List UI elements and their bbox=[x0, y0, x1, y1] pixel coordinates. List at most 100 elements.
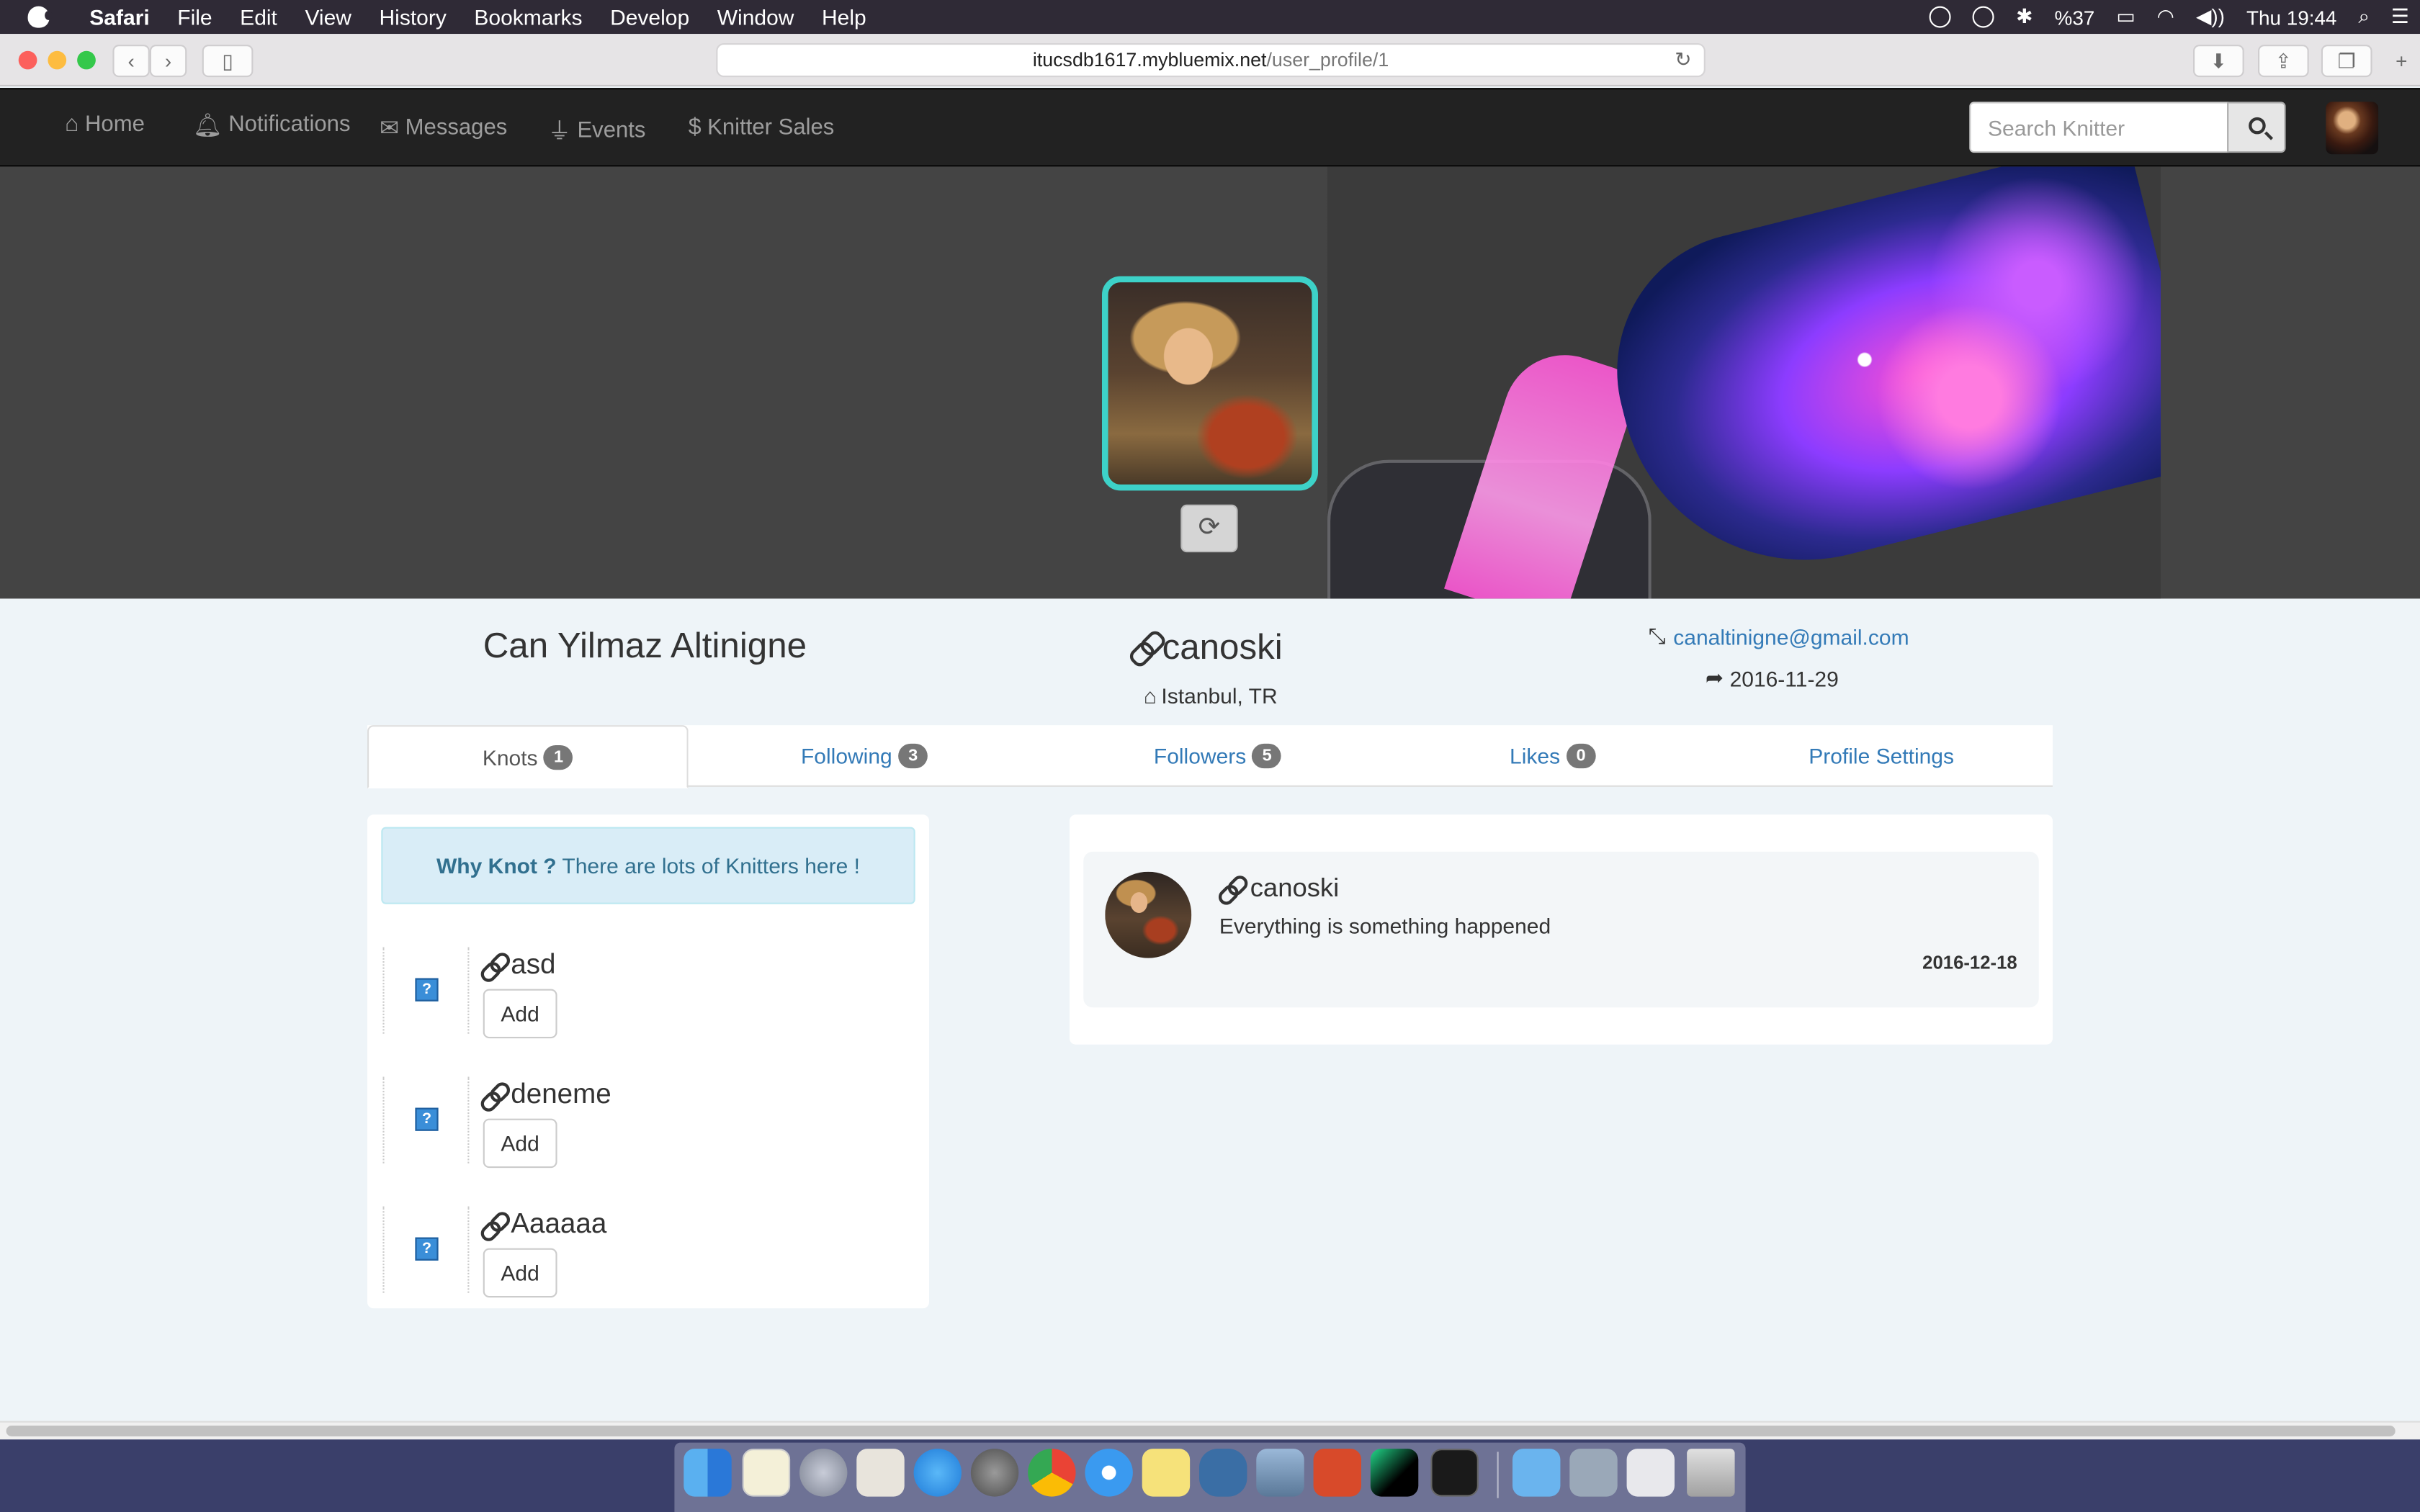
suggestion-username[interactable]: deneme bbox=[482, 1079, 611, 1111]
postgresql-icon[interactable] bbox=[1199, 1449, 1247, 1497]
launchpad-icon[interactable] bbox=[799, 1449, 848, 1497]
reload-icon[interactable]: ↻ bbox=[1675, 45, 1691, 76]
suggestion-username[interactable]: asd bbox=[482, 948, 556, 981]
notes-icon[interactable] bbox=[742, 1449, 791, 1497]
bluetooth-icon[interactable]: ✱ bbox=[2016, 4, 2033, 29]
suggestions-header: Why Knot ? There are lots of Knitters he… bbox=[381, 827, 915, 904]
finder-icon[interactable] bbox=[684, 1449, 732, 1497]
add-button[interactable]: Add bbox=[483, 989, 557, 1039]
suggestions-header-bold: Why Knot ? bbox=[436, 853, 557, 878]
knots-panel: canoski Everything is something happened… bbox=[1070, 814, 2053, 1045]
zoom-window-button[interactable] bbox=[77, 50, 96, 70]
tab-following-label: Following bbox=[800, 743, 892, 769]
menu-help[interactable]: Help bbox=[822, 4, 866, 29]
time-machine-icon[interactable] bbox=[1973, 6, 1995, 28]
suggestion-username-text: asd bbox=[511, 948, 556, 980]
site-navbar: ⌂ Home 🔔︎ Notifications ✉ Messages ⏚ Events … bbox=[0, 88, 2420, 167]
safari-toolbar: ‹ › ▯ itucsdb1617.mybluemix.net/user_pro… bbox=[0, 34, 2420, 87]
add-button[interactable]: Add bbox=[483, 1248, 557, 1298]
battery-percent[interactable]: %37 bbox=[2055, 6, 2095, 29]
apple-icon[interactable] bbox=[27, 6, 53, 28]
stickies-icon[interactable] bbox=[1142, 1449, 1191, 1497]
tab-likes-label: Likes bbox=[1510, 743, 1561, 769]
url-path: /user_profile/1 bbox=[1266, 49, 1389, 71]
suggestions-panel: Why Knot ? There are lots of Knitters he… bbox=[367, 814, 929, 1309]
menu-clock[interactable]: Thu 19:44 bbox=[2246, 6, 2336, 29]
terminal-icon[interactable] bbox=[1430, 1449, 1479, 1497]
tab-followers-label: Followers bbox=[1153, 743, 1247, 769]
knot-text: Everything is something happened bbox=[1219, 913, 1551, 938]
close-window-button[interactable] bbox=[18, 50, 37, 70]
system-preferences-icon[interactable] bbox=[970, 1449, 1019, 1497]
menu-app-safari[interactable]: Safari bbox=[89, 4, 149, 29]
powerpoint-icon[interactable] bbox=[1313, 1449, 1361, 1497]
menu-window[interactable]: Window bbox=[717, 4, 794, 29]
menu-bookmarks[interactable]: Bookmarks bbox=[474, 4, 582, 29]
address-bar[interactable]: itucsdb1617.mybluemix.net/user_profile/1… bbox=[716, 43, 1706, 78]
new-tab-button[interactable]: + bbox=[2386, 45, 2417, 77]
nav-messages[interactable]: ✉ Messages bbox=[380, 114, 507, 142]
chrome-icon[interactable] bbox=[1028, 1449, 1076, 1497]
plus-icon: + bbox=[2396, 49, 2408, 73]
menu-view[interactable]: View bbox=[305, 4, 351, 29]
tab-profile-settings-label: Profile Settings bbox=[1809, 743, 1955, 769]
tab-likes[interactable]: Likes 0 bbox=[1395, 725, 1710, 787]
menu-develop[interactable]: Develop bbox=[610, 4, 689, 29]
tab-followers-badge: 5 bbox=[1252, 743, 1282, 769]
scrollbar-thumb[interactable] bbox=[6, 1425, 2396, 1436]
back-button[interactable]: ‹ bbox=[112, 45, 150, 78]
dashlane-icon[interactable] bbox=[1930, 6, 1952, 28]
horizontal-scrollbar[interactable] bbox=[0, 1421, 2420, 1440]
forward-button[interactable]: › bbox=[149, 45, 187, 78]
nav-home[interactable]: ⌂ Home bbox=[65, 111, 145, 137]
notification-center-icon[interactable]: ☰ bbox=[2391, 4, 2409, 29]
sidebar-icon: ▯ bbox=[222, 48, 233, 72]
screenshot-icon[interactable] bbox=[1256, 1449, 1304, 1497]
share-button[interactable]: ⇪ bbox=[2258, 45, 2309, 78]
battery-icon[interactable]: ▭ bbox=[2116, 4, 2135, 29]
profile-email[interactable]: ⤡ canaltinigne@gmail.com bbox=[1649, 624, 1909, 649]
tab-profile-settings[interactable]: Profile Settings bbox=[1710, 725, 2053, 787]
tab-knots[interactable]: Knots 1 bbox=[367, 725, 689, 788]
trash-icon[interactable] bbox=[1687, 1449, 1735, 1497]
spotlight-icon[interactable]: ⌕ bbox=[2358, 4, 2370, 29]
link-icon bbox=[482, 1212, 505, 1236]
tabs-overview-button[interactable]: ❐ bbox=[2321, 45, 2372, 78]
menu-edit[interactable]: Edit bbox=[240, 4, 277, 29]
profile-location-text: Istanbul, TR bbox=[1161, 683, 1278, 708]
preview-icon[interactable] bbox=[856, 1449, 905, 1497]
app-store-icon[interactable] bbox=[913, 1449, 962, 1497]
folder-icon[interactable] bbox=[1512, 1449, 1561, 1497]
knot-username[interactable]: canoski bbox=[1219, 873, 1340, 904]
volume-icon[interactable]: ◀)) bbox=[2196, 4, 2225, 29]
menu-history[interactable]: History bbox=[380, 4, 447, 29]
tab-following[interactable]: Following 3 bbox=[689, 725, 1041, 787]
search-button[interactable] bbox=[2227, 102, 2286, 153]
chevron-right-icon: › bbox=[164, 49, 172, 73]
compress-icon: ⤡ bbox=[1648, 623, 1666, 648]
profile-photo bbox=[1102, 276, 1318, 491]
nav-user-avatar[interactable] bbox=[2326, 102, 2379, 155]
nav-knitter-sales[interactable]: $ Knitter Sales bbox=[689, 114, 835, 140]
profile-email-link[interactable]: canaltinigne@gmail.com bbox=[1673, 624, 1909, 649]
tab-followers[interactable]: Followers 5 bbox=[1040, 725, 1395, 787]
document-preview-icon[interactable] bbox=[1626, 1449, 1675, 1497]
chevron-left-icon: ‹ bbox=[127, 49, 135, 73]
nav-events[interactable]: ⏚ Events bbox=[548, 114, 646, 147]
menu-file[interactable]: File bbox=[177, 4, 212, 29]
add-button[interactable]: Add bbox=[483, 1118, 557, 1169]
suggestion-item: ? asd Add bbox=[367, 947, 929, 1071]
change-photo-button[interactable]: ⟳ bbox=[1180, 504, 1238, 553]
nav-notifications[interactable]: 🔔︎ Notifications bbox=[193, 111, 351, 138]
search-icon bbox=[2249, 117, 2266, 135]
minimize-window-button[interactable] bbox=[48, 50, 67, 70]
knot-avatar[interactable] bbox=[1105, 871, 1192, 958]
suggestion-username[interactable]: Aaaaaa bbox=[482, 1208, 606, 1241]
wifi-icon[interactable]: ◠ bbox=[2157, 4, 2174, 29]
sidebar-toggle-button[interactable]: ▯ bbox=[202, 45, 254, 78]
search-input[interactable]: Search Knitter bbox=[1969, 102, 2229, 153]
downloads-button[interactable]: ⬇ bbox=[2193, 45, 2244, 78]
document-stack-icon[interactable] bbox=[1569, 1449, 1618, 1497]
pycharm-icon[interactable] bbox=[1370, 1449, 1419, 1497]
safari-icon[interactable] bbox=[1085, 1449, 1133, 1497]
